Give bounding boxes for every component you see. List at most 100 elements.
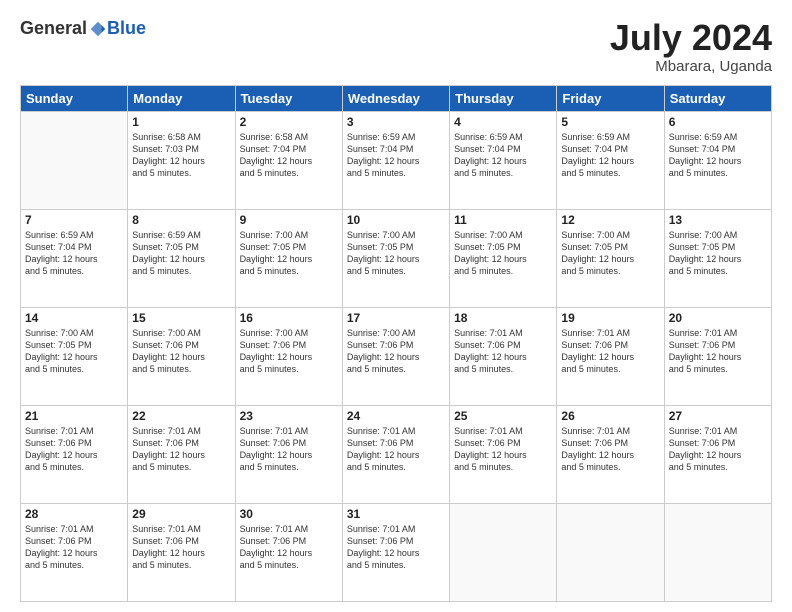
calendar-week-5: 28 Sunrise: 7:01 AM Sunset: 7:06 PM Dayli… <box>21 503 772 601</box>
day-number: 31 <box>347 507 445 521</box>
day-info: Sunrise: 7:01 AM Sunset: 7:06 PM Dayligh… <box>25 523 123 572</box>
calendar-cell: 22 Sunrise: 7:01 AM Sunset: 7:06 PM Dayli… <box>128 405 235 503</box>
calendar-cell <box>450 503 557 601</box>
calendar-cell: 10Sunrise: 7:00 AM Sunset: 7:05 PM Dayli… <box>342 209 449 307</box>
day-info: Sunrise: 7:01 AM Sunset: 7:06 PM Dayligh… <box>454 327 552 376</box>
day-number: 1 <box>132 115 230 129</box>
calendar-cell: 7 Sunrise: 6:59 AM Sunset: 7:04 PM Daylig… <box>21 209 128 307</box>
day-number: 5 <box>561 115 659 129</box>
day-info: Sunrise: 7:01 AM Sunset: 7:06 PM Dayligh… <box>669 327 767 376</box>
calendar-header-row: SundayMondayTuesdayWednesdayThursdayFrid… <box>21 85 772 111</box>
calendar-week-1: 1 Sunrise: 6:58 AM Sunset: 7:03 PM Daylig… <box>21 111 772 209</box>
calendar-cell: 4 Sunrise: 6:59 AM Sunset: 7:04 PM Daylig… <box>450 111 557 209</box>
col-header-monday: Monday <box>128 85 235 111</box>
day-info: Sunrise: 7:01 AM Sunset: 7:06 PM Dayligh… <box>132 425 230 474</box>
day-number: 22 <box>132 409 230 423</box>
calendar-cell: 31 Sunrise: 7:01 AM Sunset: 7:06 PM Dayli… <box>342 503 449 601</box>
calendar-cell: 21 Sunrise: 7:01 AM Sunset: 7:06 PM Dayli… <box>21 405 128 503</box>
col-header-friday: Friday <box>557 85 664 111</box>
calendar-cell: 5 Sunrise: 6:59 AM Sunset: 7:04 PM Daylig… <box>557 111 664 209</box>
calendar-cell: 12Sunrise: 7:00 AM Sunset: 7:05 PM Dayli… <box>557 209 664 307</box>
day-info: Sunrise: 7:01 AM Sunset: 7:06 PM Dayligh… <box>561 425 659 474</box>
day-info: Sunrise: 7:00 AM Sunset: 7:06 PM Dayligh… <box>240 327 338 376</box>
day-number: 29 <box>132 507 230 521</box>
day-number: 27 <box>669 409 767 423</box>
day-info: Sunrise: 7:01 AM Sunset: 7:06 PM Dayligh… <box>347 523 445 572</box>
col-header-wednesday: Wednesday <box>342 85 449 111</box>
day-number: 25 <box>454 409 552 423</box>
day-info: Sunrise: 7:00 AM Sunset: 7:05 PM Dayligh… <box>454 229 552 278</box>
calendar-cell: 2 Sunrise: 6:58 AM Sunset: 7:04 PM Daylig… <box>235 111 342 209</box>
day-number: 20 <box>669 311 767 325</box>
day-number: 11 <box>454 213 552 227</box>
day-info: Sunrise: 6:58 AM Sunset: 7:04 PM Dayligh… <box>240 131 338 180</box>
day-info: Sunrise: 7:00 AM Sunset: 7:06 PM Dayligh… <box>347 327 445 376</box>
col-header-tuesday: Tuesday <box>235 85 342 111</box>
calendar-cell: 20 Sunrise: 7:01 AM Sunset: 7:06 PM Dayli… <box>664 307 771 405</box>
day-number: 17 <box>347 311 445 325</box>
calendar-cell: 6 Sunrise: 6:59 AM Sunset: 7:04 PM Daylig… <box>664 111 771 209</box>
day-info: Sunrise: 6:59 AM Sunset: 7:04 PM Dayligh… <box>25 229 123 278</box>
day-number: 8 <box>132 213 230 227</box>
calendar: SundayMondayTuesdayWednesdayThursdayFrid… <box>20 85 772 602</box>
day-info: Sunrise: 7:01 AM Sunset: 7:06 PM Dayligh… <box>132 523 230 572</box>
day-number: 19 <box>561 311 659 325</box>
day-info: Sunrise: 6:59 AM Sunset: 7:04 PM Dayligh… <box>561 131 659 180</box>
day-number: 6 <box>669 115 767 129</box>
day-info: Sunrise: 7:01 AM Sunset: 7:06 PM Dayligh… <box>25 425 123 474</box>
col-header-thursday: Thursday <box>450 85 557 111</box>
calendar-cell: 9Sunrise: 7:00 AM Sunset: 7:05 PM Daylig… <box>235 209 342 307</box>
calendar-cell: 28 Sunrise: 7:01 AM Sunset: 7:06 PM Dayli… <box>21 503 128 601</box>
calendar-cell: 16Sunrise: 7:00 AM Sunset: 7:06 PM Dayli… <box>235 307 342 405</box>
day-number: 3 <box>347 115 445 129</box>
col-header-sunday: Sunday <box>21 85 128 111</box>
calendar-cell: 14Sunrise: 7:00 AM Sunset: 7:05 PM Dayli… <box>21 307 128 405</box>
day-number: 23 <box>240 409 338 423</box>
day-number: 10 <box>347 213 445 227</box>
calendar-cell: 25 Sunrise: 7:01 AM Sunset: 7:06 PM Dayli… <box>450 405 557 503</box>
day-info: Sunrise: 6:59 AM Sunset: 7:04 PM Dayligh… <box>669 131 767 180</box>
calendar-cell: 27 Sunrise: 7:01 AM Sunset: 7:06 PM Dayli… <box>664 405 771 503</box>
day-info: Sunrise: 7:01 AM Sunset: 7:06 PM Dayligh… <box>454 425 552 474</box>
location: Mbarara, Uganda <box>610 58 772 75</box>
calendar-cell: 1 Sunrise: 6:58 AM Sunset: 7:03 PM Daylig… <box>128 111 235 209</box>
day-info: Sunrise: 6:59 AM Sunset: 7:04 PM Dayligh… <box>454 131 552 180</box>
calendar-cell: 8Sunrise: 6:59 AM Sunset: 7:05 PM Daylig… <box>128 209 235 307</box>
month-title: July 2024 <box>610 18 772 58</box>
day-number: 26 <box>561 409 659 423</box>
day-info: Sunrise: 7:01 AM Sunset: 7:06 PM Dayligh… <box>669 425 767 474</box>
calendar-cell: 30Sunrise: 7:01 AM Sunset: 7:06 PM Dayli… <box>235 503 342 601</box>
day-number: 14 <box>25 311 123 325</box>
calendar-cell: 18 Sunrise: 7:01 AM Sunset: 7:06 PM Dayli… <box>450 307 557 405</box>
day-number: 21 <box>25 409 123 423</box>
logo-icon <box>89 20 107 38</box>
calendar-cell <box>21 111 128 209</box>
day-info: Sunrise: 7:00 AM Sunset: 7:06 PM Dayligh… <box>132 327 230 376</box>
logo: General Blue <box>20 18 146 39</box>
calendar-cell: 26 Sunrise: 7:01 AM Sunset: 7:06 PM Dayli… <box>557 405 664 503</box>
day-number: 18 <box>454 311 552 325</box>
day-info: Sunrise: 7:00 AM Sunset: 7:05 PM Dayligh… <box>240 229 338 278</box>
day-number: 13 <box>669 213 767 227</box>
calendar-cell: 19Sunrise: 7:01 AM Sunset: 7:06 PM Dayli… <box>557 307 664 405</box>
calendar-cell <box>664 503 771 601</box>
day-number: 28 <box>25 507 123 521</box>
calendar-week-2: 7 Sunrise: 6:59 AM Sunset: 7:04 PM Daylig… <box>21 209 772 307</box>
day-number: 7 <box>25 213 123 227</box>
day-number: 24 <box>347 409 445 423</box>
calendar-cell: 23Sunrise: 7:01 AM Sunset: 7:06 PM Dayli… <box>235 405 342 503</box>
calendar-cell: 29 Sunrise: 7:01 AM Sunset: 7:06 PM Dayli… <box>128 503 235 601</box>
day-info: Sunrise: 6:58 AM Sunset: 7:03 PM Dayligh… <box>132 131 230 180</box>
day-info: Sunrise: 6:59 AM Sunset: 7:04 PM Dayligh… <box>347 131 445 180</box>
day-number: 2 <box>240 115 338 129</box>
day-info: Sunrise: 7:00 AM Sunset: 7:05 PM Dayligh… <box>669 229 767 278</box>
day-number: 4 <box>454 115 552 129</box>
logo-text: General Blue <box>20 18 146 39</box>
col-header-saturday: Saturday <box>664 85 771 111</box>
calendar-cell: 15Sunrise: 7:00 AM Sunset: 7:06 PM Dayli… <box>128 307 235 405</box>
calendar-cell: 3 Sunrise: 6:59 AM Sunset: 7:04 PM Daylig… <box>342 111 449 209</box>
calendar-week-3: 14Sunrise: 7:00 AM Sunset: 7:05 PM Dayli… <box>21 307 772 405</box>
logo-general-text: General <box>20 18 87 39</box>
day-info: Sunrise: 7:01 AM Sunset: 7:06 PM Dayligh… <box>240 523 338 572</box>
day-info: Sunrise: 7:01 AM Sunset: 7:06 PM Dayligh… <box>347 425 445 474</box>
